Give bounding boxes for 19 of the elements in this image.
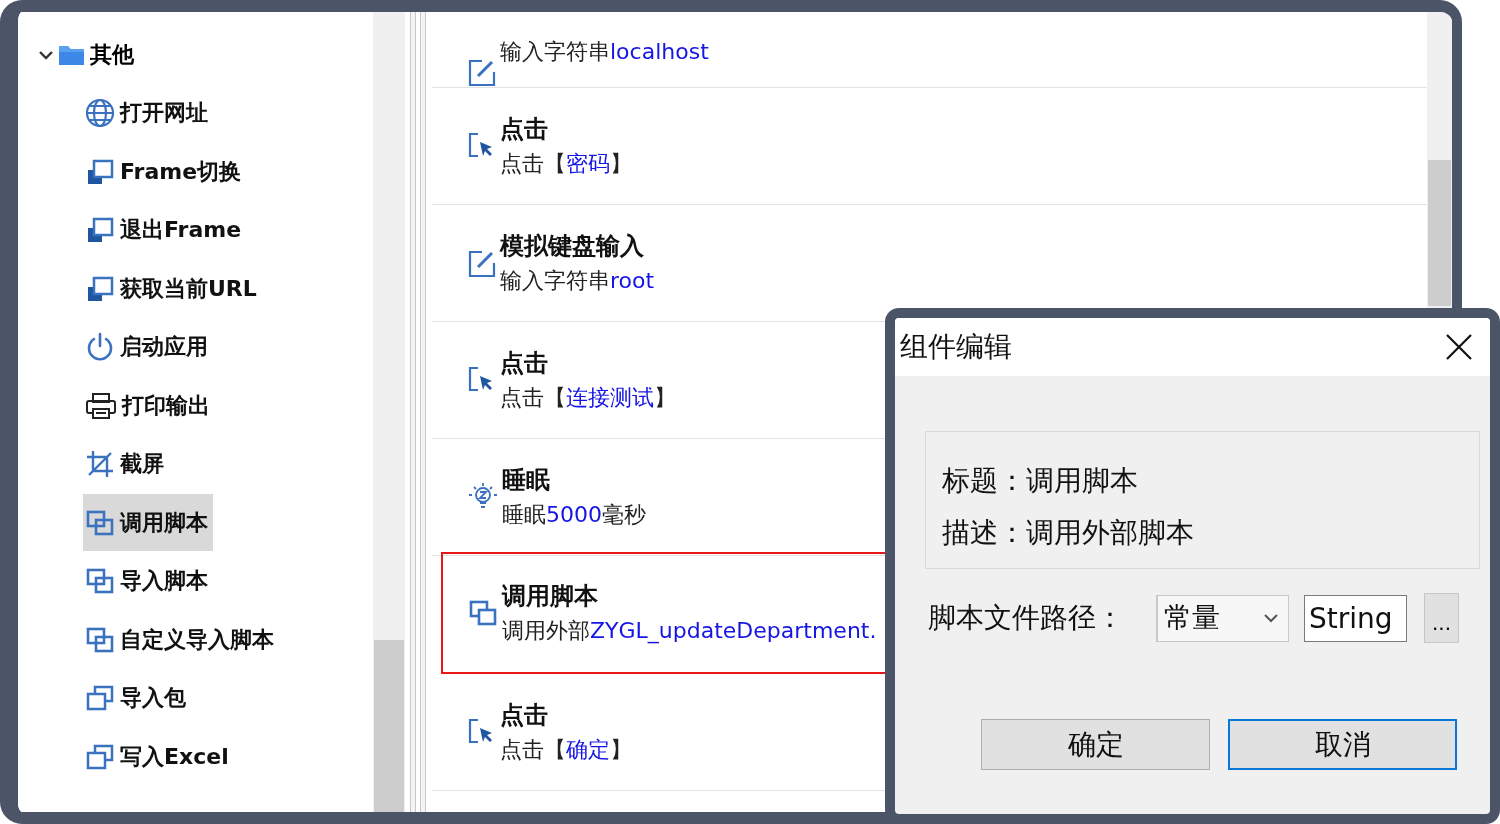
step-title: 点击 — [500, 700, 549, 731]
dialog-title: 组件编辑 — [900, 329, 1012, 365]
step-title: 调用脚本 — [502, 581, 599, 612]
step-description: 点击【确定】 — [500, 736, 632, 764]
step-description: 点击【连接测试】 — [500, 384, 676, 412]
field-label: 描述： — [942, 515, 1026, 551]
step-title: 点击 — [500, 114, 549, 145]
step-description: 调用外部ZYGL_updateDepartment. — [502, 617, 877, 646]
path-label: 脚本文件路径： — [928, 600, 1124, 636]
step-description: 点击【密码】 — [500, 150, 632, 178]
step-description: 输入字符串root — [500, 267, 655, 295]
field-value: 调用脚本 — [1026, 463, 1138, 499]
field-label: 标题： — [942, 463, 1026, 499]
step-title: 睡眠 — [502, 465, 551, 496]
field-value: 调用外部脚本 — [1026, 515, 1194, 551]
step-title: 点击 — [500, 348, 549, 379]
step-description: 睡眠5000毫秒 — [502, 501, 646, 529]
step-title: 模拟键盘输入 — [500, 231, 645, 262]
step-description: 输入字符串localhost — [500, 38, 709, 66]
